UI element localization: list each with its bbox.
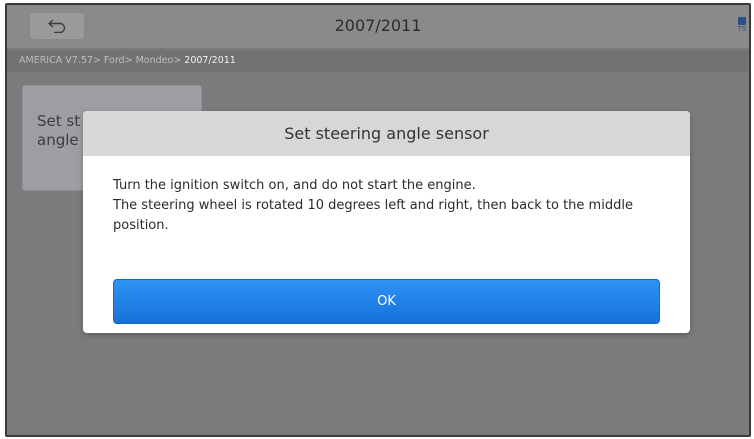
- breadcrumb-current: 2007/2011: [184, 55, 236, 66]
- breadcrumb-path: AMERICA V7.57> Ford> Mondeo>: [19, 55, 185, 66]
- dialog: Set steering angle sensor Turn the ignit…: [83, 111, 690, 333]
- tsb-icon[interactable]: TS: [735, 17, 749, 39]
- page-title: 2007/2011: [334, 16, 422, 35]
- dialog-message-line1: Turn the ignition switch on, and do not …: [113, 178, 476, 193]
- dialog-message-line2: The steering wheel is rotated 10 degrees…: [113, 198, 633, 233]
- dialog-title: Set steering angle sensor: [83, 111, 690, 156]
- tsb-icon-label: TS: [737, 25, 747, 33]
- breadcrumb: AMERICA V7.57> Ford> Mondeo> 2007/2011: [7, 50, 749, 72]
- ok-button[interactable]: OK: [113, 279, 660, 324]
- dialog-message: Turn the ignition switch on, and do not …: [83, 156, 690, 236]
- top-bar: 2007/2011 TS: [7, 5, 749, 49]
